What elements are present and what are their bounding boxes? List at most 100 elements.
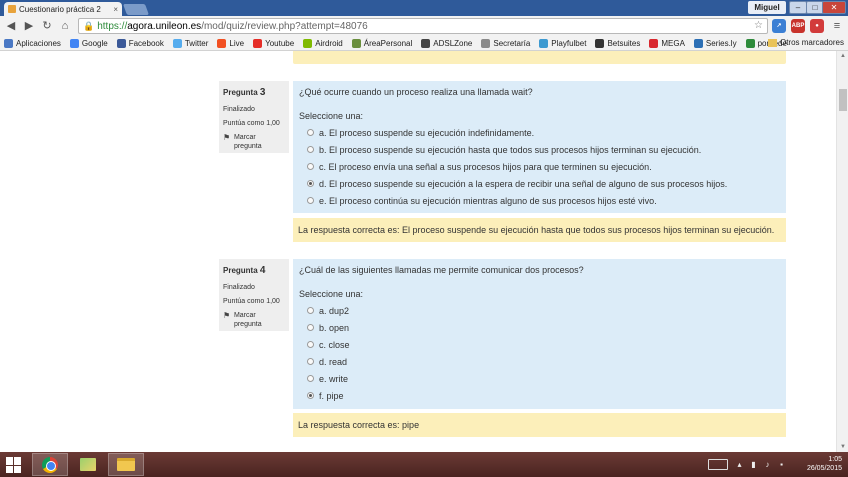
answer-option[interactable]: b. El proceso suspende su ejecución hast… — [299, 141, 780, 158]
question-box-4: ¿Cuál de las siguientes llamadas me perm… — [293, 259, 786, 409]
tray-expand-icon[interactable]: ▴ — [735, 460, 744, 469]
extension-arrow-icon[interactable]: ↗ — [772, 19, 786, 33]
profile-name[interactable]: Miguel — [748, 1, 786, 14]
answer-option[interactable]: a. El proceso suspende su ejecución inde… — [299, 124, 780, 141]
extension-red-icon[interactable]: ● — [810, 19, 824, 33]
bookmark-apps[interactable]: Aplicaciones — [4, 38, 61, 48]
google-icon — [69, 38, 79, 48]
radio-button[interactable] — [307, 341, 314, 348]
browser-tab[interactable]: Cuestionario práctica 2 × — [4, 2, 122, 16]
clock-time: 1:05 — [828, 456, 842, 463]
menu-icon[interactable]: ≡ — [830, 19, 844, 33]
option-label: e. write — [319, 373, 349, 384]
mega-icon — [649, 38, 659, 48]
vertical-scrollbar[interactable]: ▲ ▼ — [836, 51, 848, 452]
scroll-up-icon[interactable]: ▲ — [837, 51, 848, 61]
power-icon[interactable]: ▪ — [777, 460, 786, 469]
forward-arrow-icon[interactable]: ▶ — [22, 19, 36, 33]
url-path: /mod/quiz/review.php?attempt=48076 — [201, 20, 368, 32]
radio-button[interactable] — [307, 129, 314, 136]
radio-button[interactable] — [307, 146, 314, 153]
answer-option[interactable]: e. El proceso continúa su ejecución mien… — [299, 192, 780, 209]
minimize-button[interactable]: – — [789, 1, 807, 14]
bookmark-airdroid[interactable]: Airdroid — [303, 38, 343, 48]
radio-button[interactable] — [307, 324, 314, 331]
folder-icon — [767, 38, 777, 47]
flag-label: Marcar pregunta — [233, 134, 262, 151]
flag-question-button[interactable]: ⚑ Marcar pregunta — [223, 311, 285, 329]
reload-icon[interactable]: ↻ — [40, 19, 54, 33]
answer-option[interactable]: f. pipe — [299, 387, 780, 404]
radio-button[interactable] — [307, 163, 314, 170]
options-list: a. dup2 b. open c. close d. read e. write f. … — [299, 302, 780, 404]
answer-option[interactable]: b. open — [299, 319, 780, 336]
option-label: b. open — [319, 322, 350, 333]
bookmark-playfulbet[interactable]: Playfulbet — [539, 38, 586, 48]
moodle-favicon-icon — [8, 5, 16, 13]
taskbar-app[interactable] — [70, 453, 106, 476]
back-arrow-icon[interactable]: ◀ — [4, 19, 18, 33]
radio-button[interactable] — [307, 375, 314, 382]
tab-close-icon[interactable]: × — [113, 5, 118, 14]
radio-button[interactable] — [307, 197, 314, 204]
bookmark-label: Airdroid — [315, 38, 343, 48]
chrome-icon — [42, 456, 58, 473]
adslzone-icon — [421, 38, 431, 48]
bookmark-google[interactable]: Google — [69, 38, 108, 48]
option-label: a. El proceso suspende su ejecución inde… — [319, 127, 535, 138]
bookmark-mega[interactable]: MEGA — [649, 38, 685, 48]
option-label: c. El proceso envía una señal a sus proc… — [319, 161, 652, 172]
address-bar[interactable]: 🔒 https:// agora.unileon.es /mod/quiz/re… — [78, 18, 768, 34]
windows-start-icon[interactable] — [6, 457, 22, 473]
bookmark-betsuites[interactable]: Betsuites — [595, 38, 640, 48]
bookmark-adslzone[interactable]: ADSLZone — [421, 38, 472, 48]
bookmark-secretaria[interactable]: Secretaría — [481, 38, 530, 48]
new-tab-button[interactable] — [122, 4, 150, 15]
answer-option[interactable]: a. dup2 — [299, 302, 780, 319]
bookmark-twitter[interactable]: Twitter — [172, 38, 208, 48]
network-icon[interactable]: ▮ — [749, 460, 758, 469]
bookmark-seriesly[interactable]: Series.ly — [693, 38, 737, 48]
other-bookmarks-label: Otros marcadores — [779, 38, 844, 47]
answer-option[interactable]: c. El proceso envía una señal a sus proc… — [299, 158, 780, 175]
taskbar-explorer[interactable] — [108, 453, 144, 476]
bookmarks-bar: Aplicaciones Google Facebook Twitter Live You… — [0, 36, 848, 51]
radio-button[interactable] — [307, 180, 314, 187]
scroll-thumb[interactable] — [839, 89, 847, 111]
radio-button[interactable] — [307, 358, 314, 365]
answer-option[interactable]: d. El proceso suspende su ejecución a la… — [299, 175, 780, 192]
taskbar-chrome[interactable] — [32, 453, 68, 476]
radio-button[interactable] — [307, 392, 314, 399]
answer-option[interactable]: d. read — [299, 353, 780, 370]
clock-date: 26/05/2015 — [806, 465, 842, 472]
question-info-3: Pregunta 3 Finalizado Puntúa como 1,00 ⚑… — [219, 81, 289, 153]
option-label: b. El proceso suspende su ejecución hast… — [319, 144, 702, 155]
bookmark-youtube[interactable]: Youtube — [253, 38, 294, 48]
scroll-down-icon[interactable]: ▼ — [837, 442, 848, 452]
bookmark-live[interactable]: Live — [217, 38, 244, 48]
question-number: Pregunta 3 — [223, 87, 266, 98]
answer-option[interactable]: e. write — [299, 370, 780, 387]
other-bookmarks[interactable]: Otros marcadores — [767, 38, 844, 47]
seriesly-icon — [693, 38, 703, 48]
clock[interactable]: 1:05 26/05/2015 — [807, 455, 842, 473]
bookmark-facebook[interactable]: Facebook — [116, 38, 164, 48]
correct-answer-4: La respuesta correcta es: pipe — [293, 413, 786, 437]
flag-question-button[interactable]: ⚑ Marcar pregunta — [223, 133, 285, 151]
option-label: f. pipe — [319, 390, 344, 401]
close-window-button[interactable]: ✕ — [822, 1, 846, 14]
option-label: d. read — [319, 356, 348, 367]
adblock-icon[interactable]: ABP — [791, 19, 805, 33]
bookmark-star-icon[interactable]: ☆ — [754, 20, 763, 31]
bookmark-area[interactable]: ÁreaPersonal — [351, 38, 412, 48]
home-icon[interactable]: ⌂ — [58, 19, 72, 33]
flag-icon: ⚑ — [223, 133, 231, 143]
option-label: c. close — [319, 339, 350, 350]
radio-button[interactable] — [307, 307, 314, 314]
bookmark-label: Facebook — [128, 38, 164, 48]
volume-icon[interactable]: ♪ — [763, 460, 772, 469]
facebook-icon — [116, 38, 126, 48]
answer-option[interactable]: c. close — [299, 336, 780, 353]
keyboard-icon[interactable] — [708, 459, 728, 470]
question-text: ¿Cuál de las siguientes llamadas me perm… — [299, 265, 584, 275]
